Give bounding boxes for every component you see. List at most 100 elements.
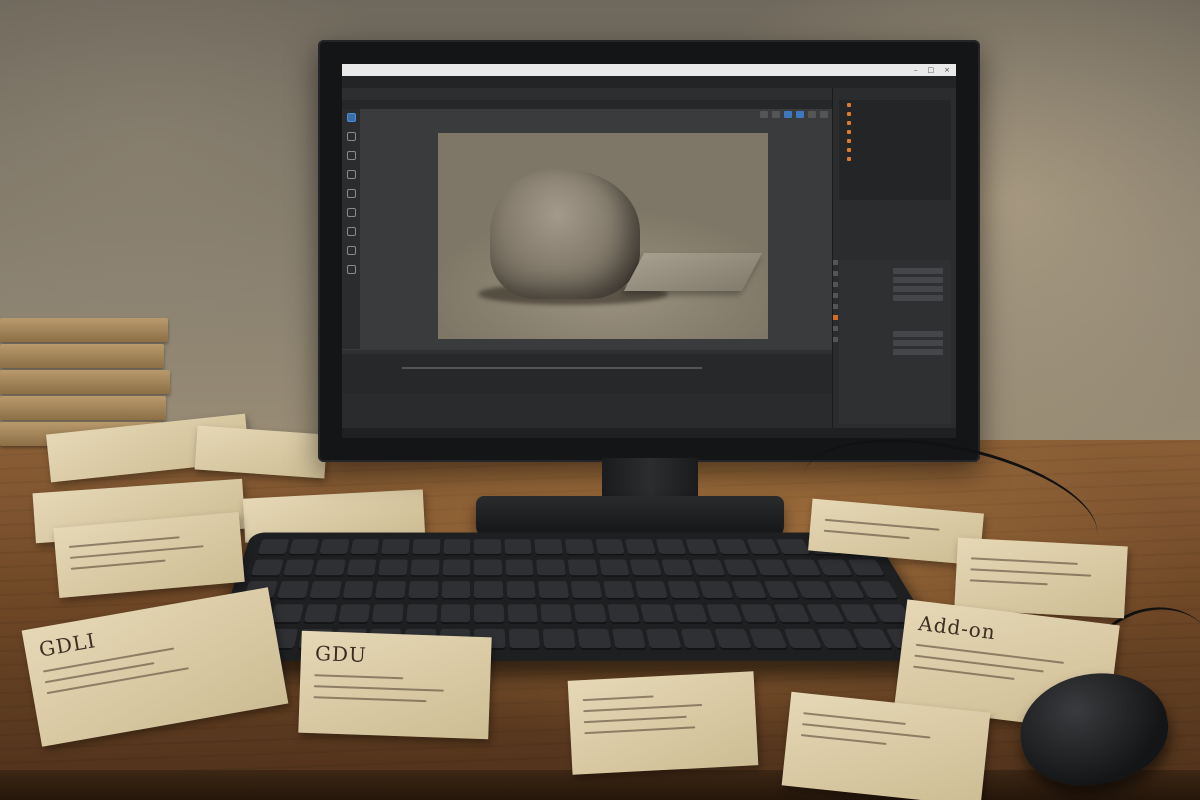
keyboard-key: [783, 628, 823, 649]
toolbox: [342, 109, 360, 349]
keyboard-key: [859, 581, 899, 598]
property-field[interactable]: [893, 348, 943, 355]
keyboard-key: [806, 604, 845, 623]
property-row: [839, 320, 951, 329]
render-tab-icon[interactable]: [833, 271, 838, 276]
object-icon: [847, 120, 851, 125]
move-tool-icon[interactable]: [346, 151, 356, 160]
keyboard-key: [442, 559, 471, 576]
property-field[interactable]: [893, 267, 943, 274]
cursor-tool-icon[interactable]: [346, 132, 356, 141]
outliner-item[interactable]: [839, 127, 951, 136]
keyboard-key: [276, 581, 310, 598]
output-tab-icon[interactable]: [833, 282, 838, 287]
keyboard-key: [816, 559, 853, 576]
keyboard-key: [625, 539, 656, 554]
3d-viewport[interactable]: [360, 109, 832, 349]
object-icon: [847, 129, 851, 134]
rock-model: [490, 169, 640, 299]
keyboard-key: [346, 559, 377, 576]
rotate-tool-icon[interactable]: [346, 170, 356, 179]
keyboard-key: [731, 581, 767, 598]
property-field[interactable]: [893, 276, 943, 283]
property-field[interactable]: [893, 294, 943, 301]
keyboard-key: [773, 604, 811, 623]
keyboard-key: [412, 539, 441, 554]
maximize-icon[interactable]: □: [928, 66, 935, 74]
keyboard-key: [567, 559, 598, 576]
wireframe-shading-icon[interactable]: [760, 111, 768, 118]
keyboard-key: [629, 559, 662, 576]
keyboard-key: [564, 539, 594, 554]
object-icon: [847, 111, 851, 116]
keyboard-key: [692, 559, 726, 576]
keyboard-key: [827, 581, 866, 598]
timeline-panel: [342, 349, 832, 393]
keyboard-key: [594, 539, 625, 554]
keyboard-key: [598, 559, 630, 576]
solid-shading-icon[interactable]: [772, 111, 780, 118]
keyboard-key: [542, 628, 576, 649]
minimize-icon[interactable]: –: [914, 66, 918, 74]
properties-tabs: [833, 260, 839, 424]
measure-tool-icon[interactable]: [346, 246, 356, 255]
keyboard-key: [270, 604, 305, 623]
timeline-scrubber[interactable]: [402, 367, 702, 369]
material-tab-icon[interactable]: [833, 337, 838, 342]
app-titlebar: – □ ×: [342, 64, 956, 76]
rendered-shading-icon[interactable]: [796, 111, 804, 118]
overlay-icon[interactable]: [808, 111, 816, 118]
outliner-item[interactable]: [839, 109, 951, 118]
keyboard-key: [785, 559, 821, 576]
book: [0, 344, 164, 368]
material-shading-icon[interactable]: [784, 111, 792, 118]
keyboard-key: [763, 581, 800, 598]
book: [0, 318, 168, 342]
close-icon[interactable]: ×: [944, 66, 950, 74]
object-icon: [847, 102, 851, 107]
gizmo-icon[interactable]: [820, 111, 828, 118]
keyboard-key: [645, 628, 682, 649]
keyboard-key: [443, 539, 471, 554]
keyboard-key: [667, 581, 701, 598]
stone-tile-model: [623, 253, 763, 291]
modifier-tab-icon[interactable]: [833, 326, 838, 331]
outliner-item[interactable]: [839, 136, 951, 145]
tool-tab-icon[interactable]: [833, 260, 838, 265]
keyboard-key: [538, 581, 569, 598]
outliner-item[interactable]: [839, 145, 951, 154]
outliner-item[interactable]: [839, 154, 951, 163]
keyboard-key: [534, 539, 564, 554]
window-controls: – □ ×: [914, 66, 956, 74]
keyboard-key: [410, 559, 440, 576]
keyboard-key: [474, 581, 504, 598]
keyboard-key: [699, 581, 734, 598]
outliner-item[interactable]: [839, 118, 951, 127]
right-sidebar: [832, 88, 956, 428]
property-field[interactable]: [893, 285, 943, 292]
keyboard-key: [540, 604, 573, 623]
transform-tool-icon[interactable]: [346, 208, 356, 217]
keyboard-key: [440, 604, 471, 623]
scene-tab-icon[interactable]: [833, 293, 838, 298]
property-field[interactable]: [893, 339, 943, 346]
keyboard-key: [851, 628, 893, 649]
keyboard-key: [408, 581, 439, 598]
loose-paper: [194, 425, 328, 479]
keyboard-key: [288, 539, 320, 554]
annotate-tool-icon[interactable]: [346, 227, 356, 236]
property-field[interactable]: [893, 330, 943, 337]
keyboard-key: [748, 628, 787, 649]
outliner-item[interactable]: [839, 100, 951, 109]
select-tool-icon[interactable]: [346, 113, 356, 122]
keyboard-key: [441, 581, 471, 598]
scale-tool-icon[interactable]: [346, 189, 356, 198]
keyboard-key: [282, 559, 315, 576]
object-tab-icon[interactable]: [833, 315, 838, 320]
keyboard-key: [634, 581, 668, 598]
keyboard-key: [319, 539, 350, 554]
add-tool-icon[interactable]: [346, 265, 356, 274]
keyboard-key: [573, 604, 607, 623]
keyboard-key: [372, 604, 404, 623]
world-tab-icon[interactable]: [833, 304, 838, 309]
